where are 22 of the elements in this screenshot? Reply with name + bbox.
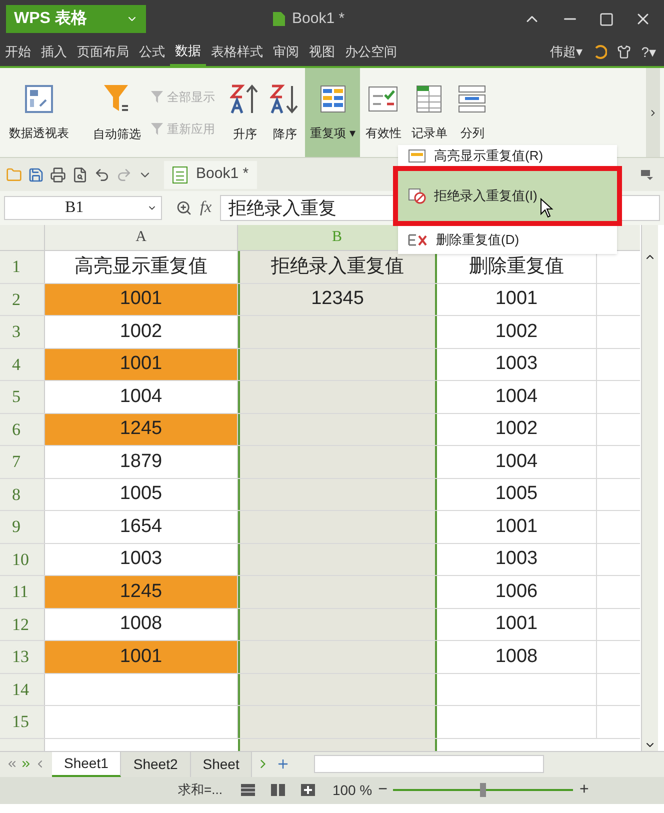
table-cell: 1245 <box>45 576 238 608</box>
table-cell: 1003 <box>437 544 597 575</box>
table-cell: 1245 <box>45 414 238 445</box>
table-cell: 1001 <box>437 284 597 315</box>
table-cell: 1006 <box>437 576 597 608</box>
table-cell: 1001 <box>45 348 238 380</box>
table-cell: 拒绝录入重复值 <box>238 251 437 282</box>
table-cell: 1004 <box>437 381 597 412</box>
table-cell: 1001 <box>45 284 238 315</box>
window-title: Book1 * <box>292 8 345 29</box>
sum-label: 求和=... <box>178 781 222 800</box>
table-cell: 12345 <box>238 284 437 315</box>
table-cell: 1005 <box>437 478 597 510</box>
table-cell: 1001 <box>437 608 597 640</box>
table-cell: 1001 <box>437 511 597 542</box>
table-cell: 1003 <box>437 348 597 380</box>
table-cell: 1001 <box>45 641 238 672</box>
table-cell: 1002 <box>437 414 597 445</box>
table-cell: 1008 <box>437 641 597 672</box>
zoom-level: 100 % <box>332 780 372 800</box>
table-cell: 1002 <box>437 316 597 348</box>
table-cell: 1004 <box>437 446 597 478</box>
